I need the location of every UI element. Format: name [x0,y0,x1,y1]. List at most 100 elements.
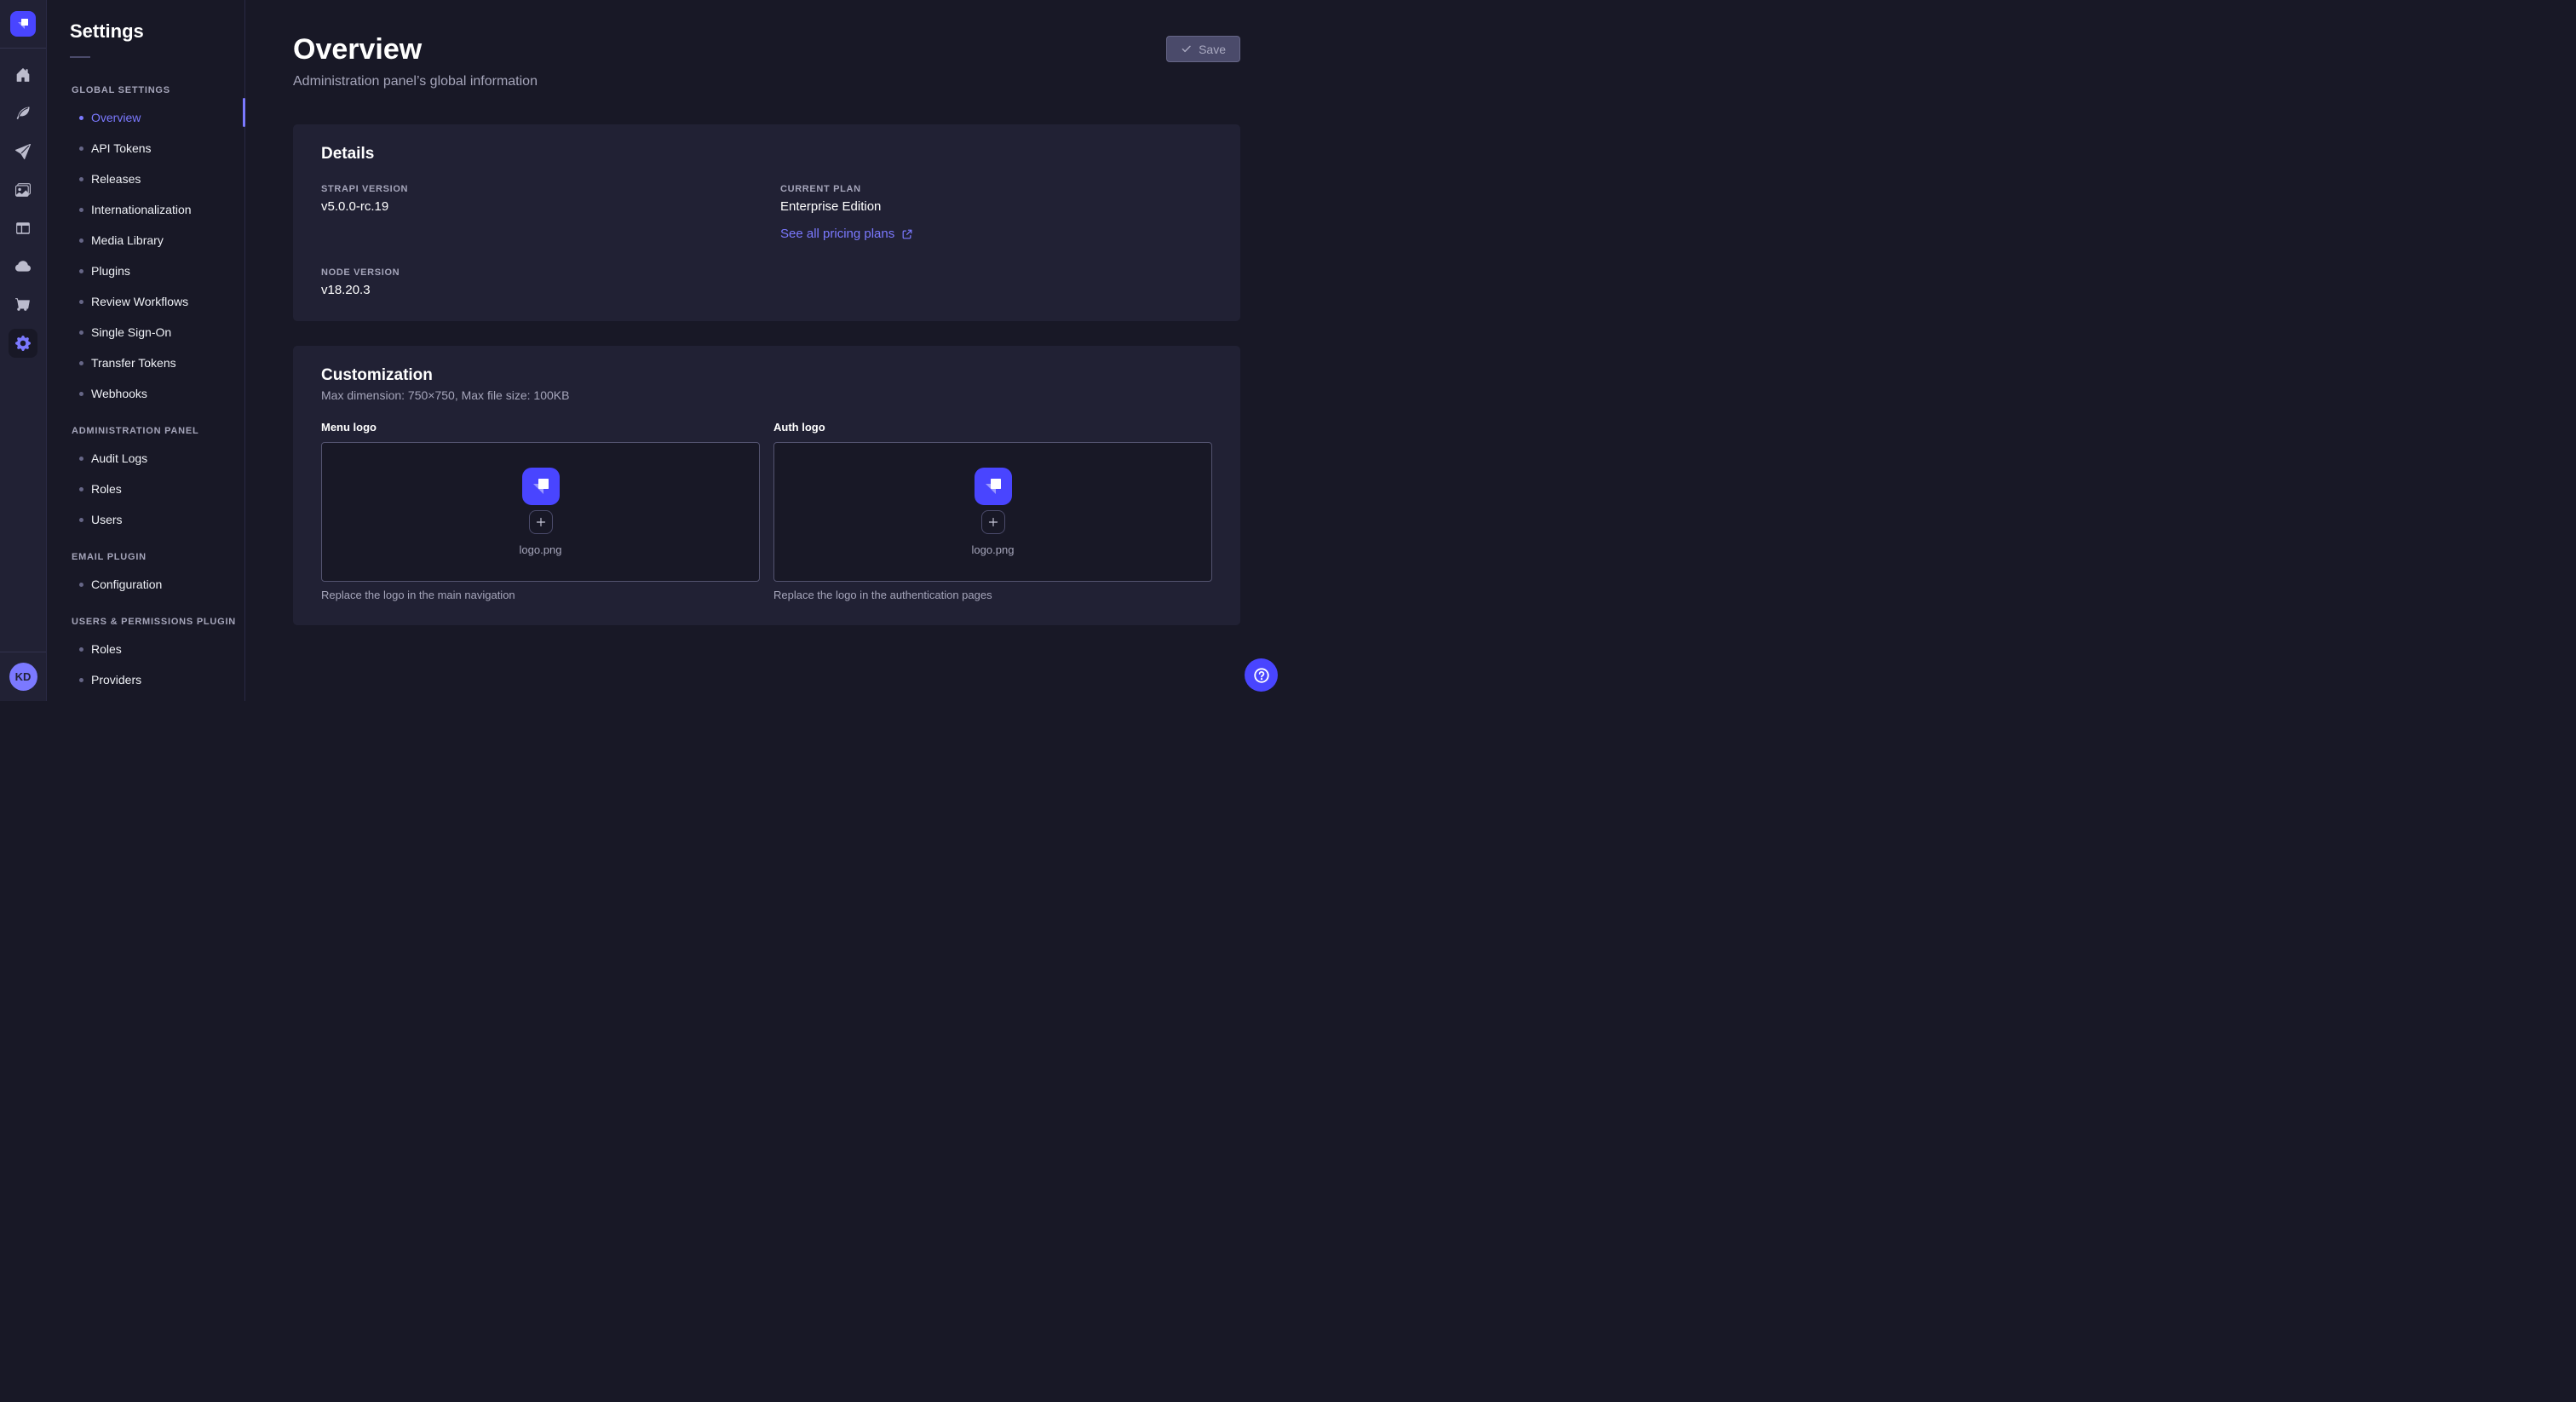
rail-item-marketplace[interactable] [9,290,37,319]
home-icon [15,67,31,83]
current-plan-value: Enterprise Edition [780,199,1212,214]
details-card-title: Details [321,145,1212,164]
rail-item-media-library[interactable] [9,175,37,204]
auth-logo-upload-box[interactable]: logo.png [773,442,1212,582]
cart-icon [15,297,31,313]
bullet-icon [79,116,83,120]
sidebar-item-review-workflows[interactable]: Review Workflows [47,286,244,317]
rail-item-content-manager[interactable] [9,214,37,243]
sidebar-item-transfer-tokens[interactable]: Transfer Tokens [47,348,244,378]
sidebar-item-providers[interactable]: Providers [47,664,244,695]
sidebar-item-users[interactable]: Users [47,504,244,535]
bullet-icon [79,238,83,243]
sidebar-item-internationalization[interactable]: Internationalization [47,194,244,225]
rail-item-home[interactable] [9,60,37,89]
menu-logo-preview [522,468,560,505]
bullet-icon [79,147,83,151]
sidebar-item-audit-logs[interactable]: Audit Logs [47,443,244,474]
help-button[interactable] [1245,658,1278,692]
settings-sidebar: Settings GLOBAL SETTINGSOverviewAPI Toke… [47,0,245,701]
auth-logo-file-name: logo.png [972,543,1015,556]
strapi-logo-icon [14,15,32,32]
sidebar-item-label: API Tokens [91,141,152,155]
sidebar-item-label: Overview [91,111,141,124]
sidebar-item-releases[interactable]: Releases [47,164,244,194]
sidebar-item-label: Users [91,513,123,526]
sidebar-item-label: Plugins [91,264,130,278]
node-version-field: NODE VERSION v18.20.3 [321,267,753,297]
page-header: Overview Administration panel’s global i… [293,34,1240,89]
sidebar-item-roles[interactable]: Roles [47,474,244,504]
auth-logo-label: Auth logo [773,421,1212,434]
sidebar-item-label: Roles [91,642,122,656]
menu-logo-label: Menu logo [321,421,760,434]
rail-item-releases[interactable] [9,137,37,166]
bullet-icon [79,361,83,365]
external-link-icon [901,228,913,240]
pricing-plans-link[interactable]: See all pricing plans [780,227,913,241]
page-title: Overview [293,34,538,66]
rail-item-content-type-builder[interactable] [9,99,37,128]
save-button-label: Save [1199,43,1226,56]
auth-logo-caption: Replace the logo in the authentication p… [773,589,1212,601]
bullet-icon [79,583,83,587]
pricing-plans-link-label: See all pricing plans [780,227,894,241]
sidebar-item-api-tokens[interactable]: API Tokens [47,133,244,164]
nav-section-label: EMAIL PLUGIN [47,543,244,569]
sidebar-item-media-library[interactable]: Media Library [47,225,244,256]
sidebar-item-configuration[interactable]: Configuration [47,569,244,600]
current-plan-label: CURRENT PLAN [780,184,1212,194]
plus-icon [535,516,547,528]
nav-section-label: ADMINISTRATION PANEL [47,417,244,443]
menu-logo-add-button[interactable] [529,510,553,534]
cloud-icon [15,259,31,274]
sidebar-item-label: Review Workflows [91,295,188,308]
gear-icon [15,336,31,351]
auth-logo-field: Auth logo [773,421,1212,601]
feather-icon [15,106,31,121]
menu-logo-upload-box[interactable]: logo.png [321,442,760,582]
strapi-logo[interactable] [10,11,36,37]
settings-sidebar-title: Settings [70,20,244,43]
strapi-version-value: v5.0.0-rc.19 [321,199,753,214]
user-avatar[interactable]: KD [9,663,37,691]
strapi-version-field: STRAPI VERSION v5.0.0-rc.19 [321,184,753,242]
strapi-logo-icon [528,474,554,499]
save-button[interactable]: Save [1166,36,1240,62]
customization-card: Customization Max dimension: 750×750, Ma… [293,346,1240,625]
strapi-logo-icon [980,474,1006,499]
paper-plane-icon [15,144,31,159]
sidebar-item-overview[interactable]: Overview [47,102,244,133]
main-nav-rail: KD [0,0,47,701]
customization-card-subtitle: Max dimension: 750×750, Max file size: 1… [321,388,1212,402]
customization-card-title: Customization [321,366,1212,385]
rail-item-settings[interactable] [9,329,37,358]
sidebar-item-roles[interactable]: Roles [47,634,244,664]
bullet-icon [79,177,83,181]
nav-section-email-plugin: EMAIL PLUGINConfiguration [47,543,244,600]
bullet-icon [79,457,83,461]
nav-section-global-settings: GLOBAL SETTINGSOverviewAPI TokensRelease… [47,77,244,409]
nav-section-administration-panel: ADMINISTRATION PANEL Audit Logs Roles Users [47,417,244,535]
node-version-value: v18.20.3 [321,283,753,297]
auth-logo-add-button[interactable] [981,510,1005,534]
sidebar-item-plugins[interactable]: Plugins [47,256,244,286]
bullet-icon [79,208,83,212]
sidebar-item-label: Webhooks [91,387,147,400]
sidebar-item-webhooks[interactable]: Webhooks [47,378,244,409]
bullet-icon [79,392,83,396]
plus-icon [987,516,999,528]
bullet-icon [79,518,83,522]
main-content: Overview Administration panel’s global i… [245,0,1288,701]
details-card: Details STRAPI VERSION v5.0.0-rc.19 CURR… [293,124,1240,321]
sidebar-item-single-sign-on[interactable]: Single Sign-On [47,317,244,348]
menu-logo-field: Menu logo [321,421,760,601]
sidebar-item-label: Audit Logs [91,451,147,465]
sidebar-item-label: Providers [91,673,141,687]
sidebar-item-label: Media Library [91,233,164,247]
sidebar-item-label: Transfer Tokens [91,356,176,370]
check-icon [1181,43,1192,55]
bullet-icon [79,678,83,682]
sidebar-item-label: Releases [91,172,141,186]
rail-item-deploy[interactable] [9,252,37,281]
